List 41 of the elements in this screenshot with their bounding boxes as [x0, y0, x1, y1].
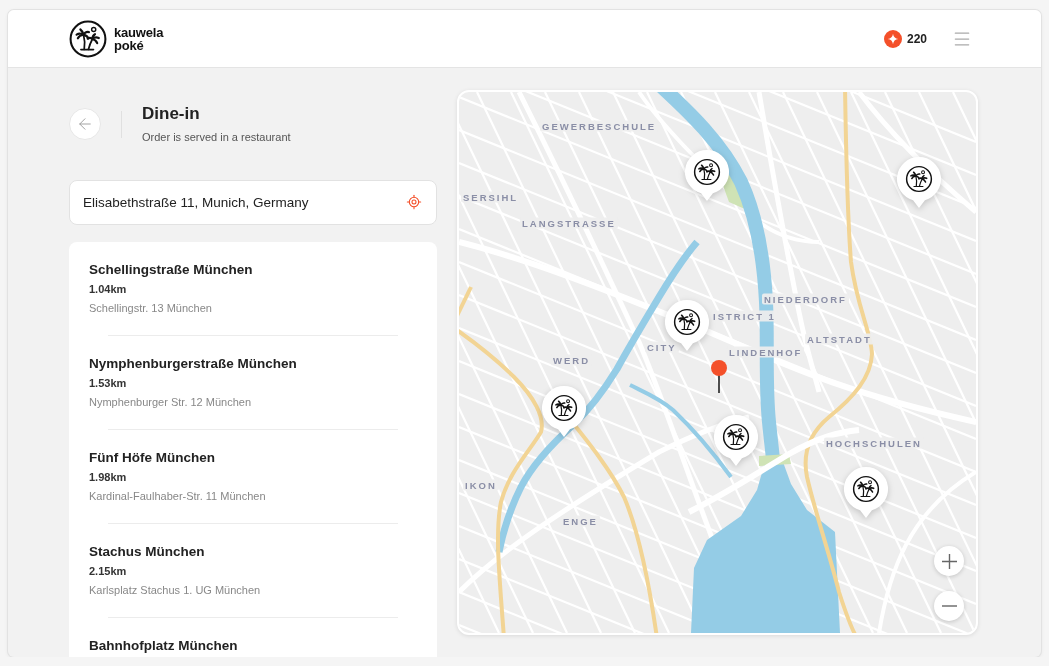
restaurant-address: Karlsplatz Stachus 1. UG München	[89, 583, 262, 597]
palm-tree-icon	[722, 423, 750, 451]
district-label: NIEDERDORF	[762, 293, 849, 305]
page-subtitle: Order is served in a restaurant	[142, 131, 291, 144]
restaurant-address: Kardinal-Faulhaber-Str. 11 München	[89, 489, 267, 503]
palm-tree-icon	[852, 475, 880, 503]
restaurant-name[interactable]: Nymphenburgerstraße München	[89, 355, 417, 373]
restaurant-distance: 2.15km	[89, 564, 128, 578]
points-count: 220	[906, 31, 927, 46]
palm-tree-icon	[673, 308, 701, 336]
restaurant-distance: 1.04km	[89, 282, 128, 296]
restaurant-name[interactable]: Schellingstraße München	[89, 261, 417, 279]
palm-tree-icon	[693, 158, 721, 186]
district-label: IKON	[463, 479, 499, 491]
address-field[interactable]: Elisabethstraße 11, Munich, Germany	[69, 180, 437, 225]
park	[759, 454, 791, 466]
restaurant-name[interactable]: Stachus München	[89, 543, 417, 561]
district-label: HOCHSCHULEN	[824, 437, 924, 449]
crosshair-icon[interactable]	[406, 194, 422, 210]
restaurant-name[interactable]: Fünf Höfe München	[89, 449, 417, 467]
palm-tree-icon	[905, 165, 933, 193]
zoom-out-button[interactable]	[934, 591, 964, 621]
restaurant-address: Nymphenburger Str. 12 München	[89, 395, 253, 409]
restaurant-distance: 1.98km	[89, 470, 128, 484]
palm-tree-icon	[550, 394, 578, 422]
district-label: LINDENHOF	[727, 346, 805, 358]
district-label: ALTSTADT	[805, 333, 874, 345]
plus-icon	[941, 553, 957, 569]
page-title: Dine-in	[142, 104, 201, 124]
district-label: ENGE	[561, 515, 600, 527]
minus-icon	[941, 605, 957, 607]
restaurant-address: Schellingstr. 13 München	[89, 301, 213, 315]
restaurant-name[interactable]: Bahnhofplatz München	[89, 637, 417, 655]
district-label: LANGSTRASSE	[520, 217, 618, 229]
palm-tree-icon	[69, 19, 107, 58]
sparkle-icon	[883, 29, 902, 48]
district-label: CITY	[645, 341, 679, 353]
restaurant-distance: 1.53km	[89, 376, 128, 390]
zoom-in-button[interactable]	[934, 546, 964, 576]
map-pin-icon	[711, 360, 727, 394]
brand-name: kauwela poké	[114, 25, 164, 52]
